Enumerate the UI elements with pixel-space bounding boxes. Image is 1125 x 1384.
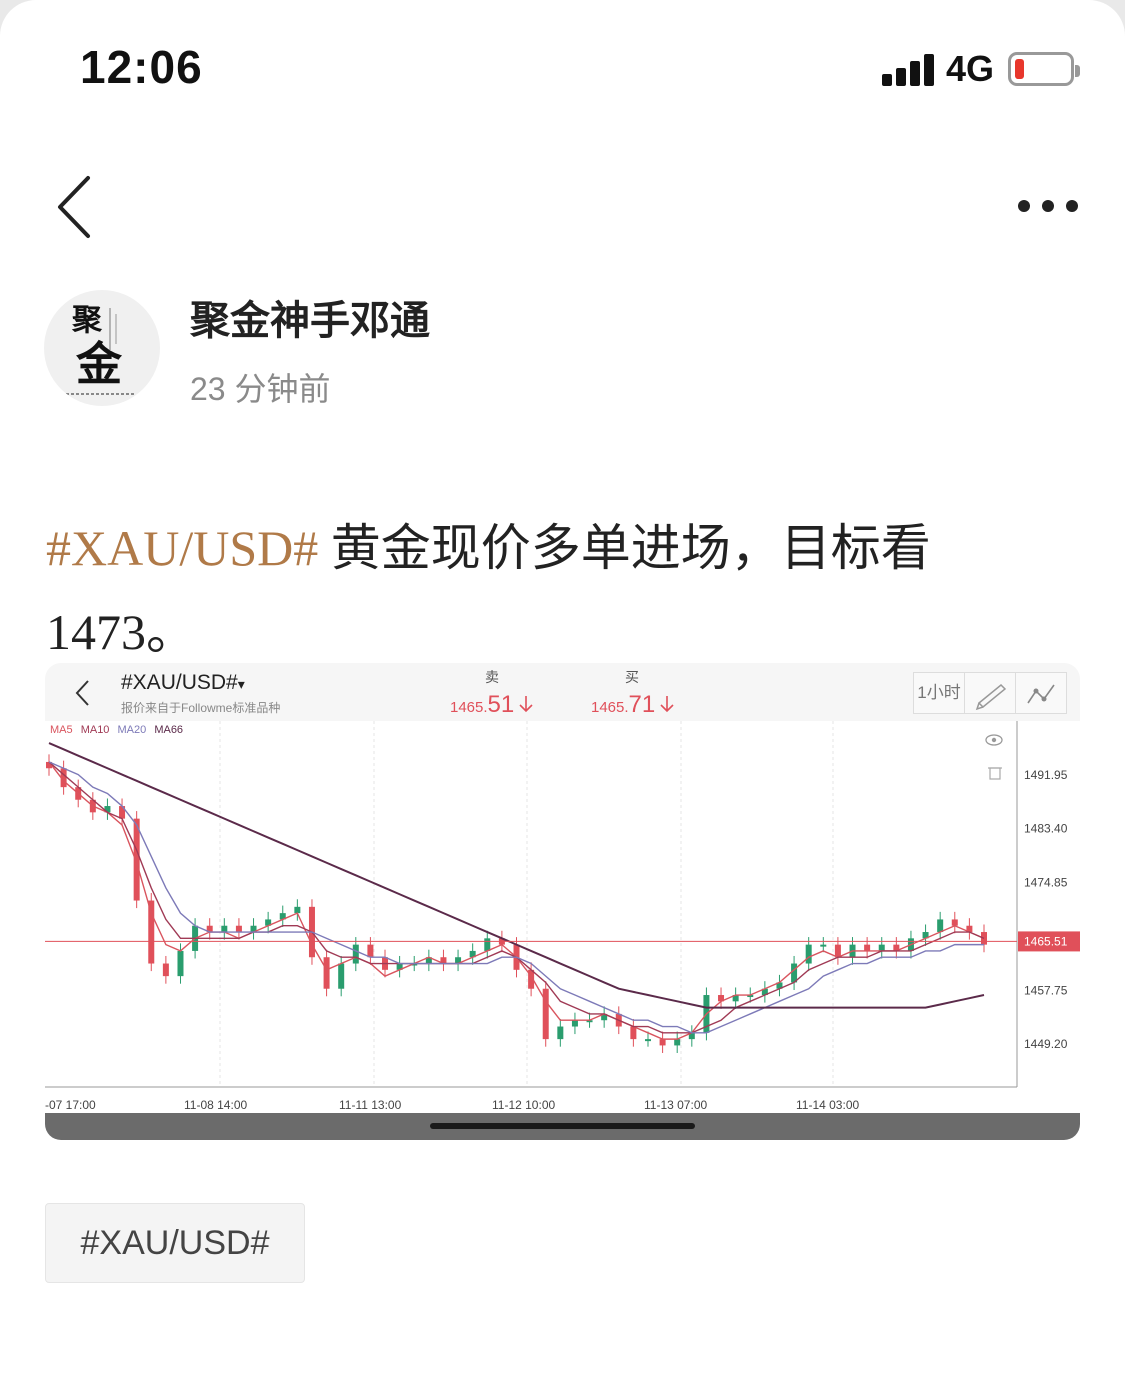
buy-price: 1465.71 [591, 691, 675, 719]
candle-body [338, 963, 345, 989]
candle-body [644, 1039, 651, 1042]
author-name[interactable]: 聚金神手邓通 [190, 288, 430, 346]
y-tick-label: 1465.51 [1024, 934, 1068, 948]
chart-symbol: #XAU/USD#▾ [121, 671, 245, 694]
sell-label: 卖 [485, 669, 499, 685]
candle-body [820, 944, 827, 947]
phone-screen: 12:06 4G 聚 金 聚金神手邓通 23 分钟前 #XAU/USD# 黄金现… [0, 0, 1125, 1384]
down-arrow-icon [660, 696, 674, 713]
candle-body [630, 1026, 637, 1040]
x-tick-label: 11-08 14:00 [184, 1098, 247, 1112]
network-type: 4G [946, 48, 995, 89]
trash-icon [988, 767, 1002, 780]
candle-body [177, 950, 184, 977]
candle-body [571, 1020, 578, 1027]
chart-back-icon [75, 680, 89, 706]
candle-body [937, 919, 944, 933]
x-tick-label: 11-11 13:00 [339, 1098, 402, 1112]
candle-body [235, 925, 242, 933]
candle-body [323, 957, 330, 989]
candle-body [294, 906, 301, 914]
y-tick-label: 1449.20 [1024, 1037, 1068, 1051]
status-time: 12:06 [80, 41, 203, 93]
topic-chip[interactable]: #XAU/USD# [45, 1203, 305, 1283]
down-arrow-icon [519, 696, 533, 713]
battery-icon [1008, 52, 1080, 86]
candle-body [557, 1026, 564, 1040]
eye-icon [985, 734, 1003, 746]
x-tick-label: 11-12 10:00 [492, 1098, 555, 1112]
indicator-icon [1015, 672, 1067, 714]
candle-body [659, 1039, 666, 1046]
candle-body [352, 944, 359, 964]
draw-tool-icon [964, 672, 1016, 714]
chart-grid [45, 721, 1018, 1088]
y-tick-label: 1474.85 [1024, 876, 1068, 890]
post-time: 23 分钟前 [190, 371, 331, 407]
candle-body [162, 963, 169, 977]
more-dot-icon [1066, 200, 1078, 212]
candle-body [221, 925, 228, 933]
sell-price: 1465.51 [450, 691, 534, 719]
dropdown-arrow-icon: ▾ [237, 676, 245, 692]
candle-body [951, 919, 958, 926]
y-tick-label: 1483.40 [1024, 822, 1068, 836]
x-tick-label: 11-14 03:00 [796, 1098, 859, 1112]
more-dot-icon [1042, 200, 1054, 212]
candle-body [367, 944, 374, 958]
post-text: #XAU/USD# 黄金现价多单进场，目标看 1473。 [46, 506, 1086, 674]
y-tick-label: 1491.95 [1024, 768, 1068, 782]
svg-text:金: 金 [75, 337, 123, 391]
signal-icon [882, 52, 936, 86]
chart-source: 报价来自于Followme标准品种 [121, 701, 281, 715]
chart-header: #XAU/USD#▾ 报价来自于Followme标准品种 卖 1465.51 买… [45, 663, 1080, 721]
candle-body [878, 944, 885, 951]
x-tick-label: 11-13 07:00 [644, 1098, 707, 1112]
chart-image[interactable]: #XAU/USD#▾ 报价来自于Followme标准品种 卖 1465.51 买… [45, 663, 1080, 1140]
post-body: 黄金现价多单进场，目标看 [330, 520, 931, 576]
back-button[interactable] [52, 172, 106, 242]
price-axis: 1491.95 1483.40 1474.85 1465.51 1457.75 1449.… [45, 768, 1080, 1112]
post-hashtag[interactable]: #XAU/USD# [46, 520, 318, 576]
candle-body [864, 944, 871, 951]
candle-body [674, 1039, 681, 1046]
svg-text:聚: 聚 [71, 303, 103, 338]
candle-body [791, 963, 798, 983]
home-indicator [430, 1123, 695, 1129]
candle-body [805, 944, 812, 964]
chevron-left-icon [58, 176, 90, 238]
y-tick-label: 1457.75 [1024, 983, 1068, 997]
candle-body [834, 944, 841, 958]
timeframe-button: 1小时 [913, 672, 965, 714]
candlestick-chart: 1491.95 1483.40 1474.85 1465.51 1457.75 1449.… [45, 721, 1080, 1112]
avatar-logo: 聚 金 [66, 303, 136, 395]
chart-bottom-bar [45, 1113, 1080, 1140]
candle-body [148, 900, 155, 964]
buy-label: 买 [625, 669, 639, 685]
x-tick-label: -07 17:00 [45, 1098, 96, 1112]
avatar[interactable]: 聚 金 [44, 290, 160, 406]
more-dot-icon [1018, 200, 1030, 212]
more-options-button[interactable] [1010, 190, 1082, 224]
post-body-line2: 1473。 [46, 604, 196, 660]
candle-body [542, 988, 549, 1040]
candle-body [484, 938, 491, 951]
